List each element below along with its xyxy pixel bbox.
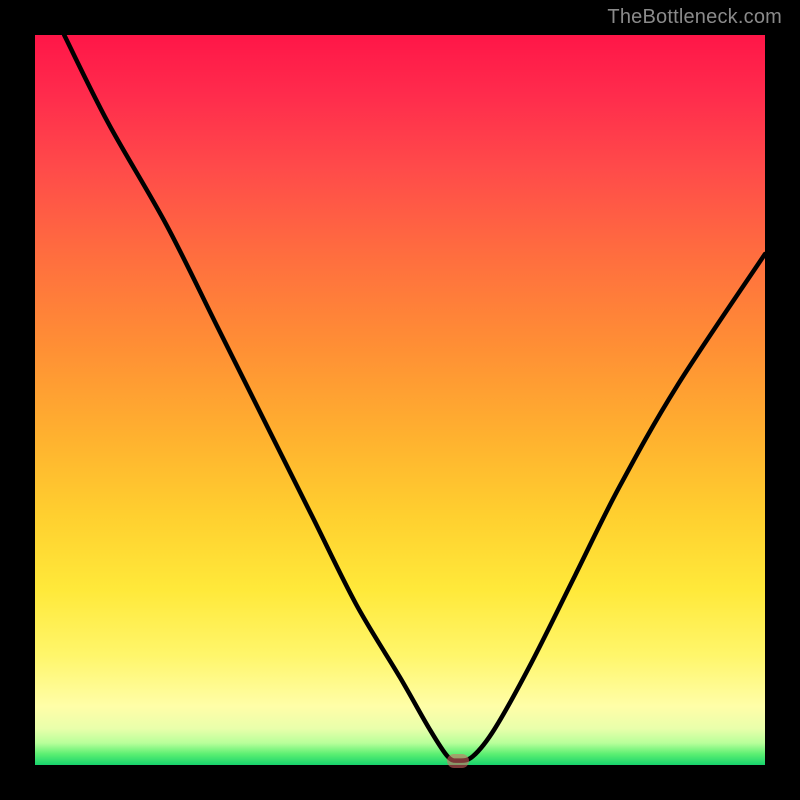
- bottleneck-curve: [35, 35, 765, 765]
- watermark-text: TheBottleneck.com: [607, 6, 782, 29]
- minimum-marker: [447, 754, 469, 768]
- chart-frame: TheBottleneck.com: [0, 0, 800, 800]
- plot-area: [35, 35, 765, 765]
